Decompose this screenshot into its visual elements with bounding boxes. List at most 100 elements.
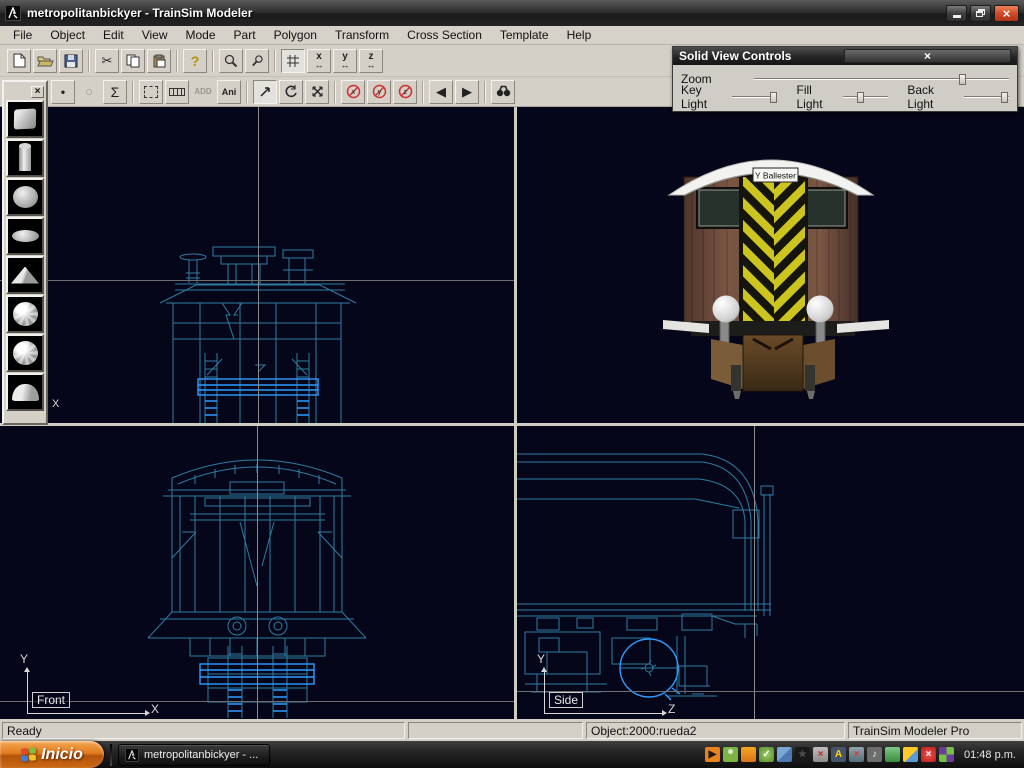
menu-item[interactable]: Edit: [94, 26, 133, 44]
menu-item[interactable]: Polygon: [265, 26, 326, 44]
pyramid-shape-button[interactable]: [6, 256, 44, 294]
point-mode-button[interactable]: •: [51, 80, 75, 104]
menu-item[interactable]: Help: [558, 26, 601, 44]
axis-z-button[interactable]: z↔: [359, 49, 383, 73]
rotate-tool-button[interactable]: [279, 80, 303, 104]
lock-z-button[interactable]: z: [393, 80, 417, 104]
viewport-grid: X: [0, 107, 1024, 719]
menu-item[interactable]: Part: [225, 26, 265, 44]
scale-tool-button[interactable]: [305, 80, 329, 104]
previous-icon: ◀: [436, 85, 446, 98]
tray-icon-black-star[interactable]: ★: [795, 747, 810, 762]
help-button[interactable]: ?: [183, 49, 207, 73]
measure-button[interactable]: [165, 80, 189, 104]
find-button[interactable]: [491, 80, 515, 104]
menu-item[interactable]: Template: [491, 26, 558, 44]
axis-y-button[interactable]: y↔: [333, 49, 357, 73]
tray-icon-antivirus-check[interactable]: ✓: [759, 747, 774, 762]
palette-close-button[interactable]: ×: [31, 86, 44, 98]
viewport-side[interactable]: Y Z Side: [517, 426, 1024, 719]
back-light-slider[interactable]: [964, 91, 1009, 103]
save-button[interactable]: [59, 49, 83, 73]
zoom-in-button[interactable]: [219, 49, 243, 73]
slider-thumb[interactable]: [1001, 92, 1008, 103]
key-light-slider[interactable]: [732, 91, 777, 103]
tray-icon-security-shield[interactable]: ×: [921, 747, 936, 762]
tray-icon-network-computers[interactable]: [777, 747, 792, 762]
open-button[interactable]: [33, 49, 57, 73]
viewport-top[interactable]: X: [0, 107, 514, 423]
slider-thumb[interactable]: [959, 74, 966, 85]
tray-icon-display-error[interactable]: ×: [849, 747, 864, 762]
tray-icon-network-warning[interactable]: A: [831, 747, 846, 762]
tray-icon-media-player[interactable]: ▶: [705, 747, 720, 762]
crosshair-vertical: [257, 426, 258, 719]
menu-item[interactable]: Object: [41, 26, 94, 44]
new-button[interactable]: [7, 49, 31, 73]
menu-item[interactable]: Transform: [326, 26, 398, 44]
sigma-button[interactable]: Σ: [103, 80, 127, 104]
solid-view-controls-titlebar[interactable]: Solid View Controls ×: [673, 47, 1017, 65]
slider-thumb[interactable]: [770, 92, 777, 103]
tray-icon-messenger-status[interactable]: [723, 747, 738, 762]
viewport-front[interactable]: Y X Front: [0, 426, 514, 719]
panel-close-button[interactable]: ×: [844, 49, 1011, 63]
magnifier-minus-icon: [251, 54, 264, 67]
tray-icon-shared-folder[interactable]: [903, 747, 918, 762]
cut-button[interactable]: ✂: [95, 49, 119, 73]
zoom-out-button[interactable]: [245, 49, 269, 73]
minimize-button[interactable]: [946, 5, 967, 22]
viewport-solid-3d[interactable]: Y Ballester: [517, 107, 1024, 423]
window-titlebar[interactable]: metropolitanbickyer - TrainSim Modeler ×: [0, 0, 1024, 26]
circle-mode-button[interactable]: ○: [77, 80, 101, 104]
tray-icon-quad-launcher[interactable]: [939, 747, 954, 762]
task-label: metropolitanbickyer - ...: [144, 749, 258, 761]
taskbar-clock[interactable]: 01:48 p.m.: [964, 749, 1016, 761]
close-button[interactable]: ×: [994, 5, 1019, 22]
next-button[interactable]: ▶: [455, 80, 479, 104]
menu-item[interactable]: View: [133, 26, 177, 44]
marquee-icon: [144, 86, 158, 98]
menu-item[interactable]: File: [4, 26, 41, 44]
solid-view-controls-panel: Solid View Controls × Zoom Key Light Fil…: [672, 46, 1018, 112]
lock-z-icon: z: [398, 84, 413, 99]
tray-icon-usb-drive[interactable]: [885, 747, 900, 762]
menu-item[interactable]: Cross Section: [398, 26, 491, 44]
start-button[interactable]: Inicio: [0, 741, 104, 768]
tray-icon-usb-error[interactable]: ×: [813, 747, 828, 762]
desktop: metropolitanbickyer - TrainSim Modeler ×…: [0, 0, 1024, 768]
previous-button[interactable]: ◀: [429, 80, 453, 104]
animation-button[interactable]: Ani: [217, 80, 241, 104]
menu-item[interactable]: Mode: [177, 26, 225, 44]
box-shape-button[interactable]: [6, 100, 44, 138]
palette-header[interactable]: ×: [6, 84, 44, 99]
fill-light-slider[interactable]: [843, 91, 888, 103]
lock-x-button[interactable]: x: [341, 80, 365, 104]
taskbar-task-button[interactable]: metropolitanbickyer - ...: [118, 744, 270, 766]
geosphere-2-shape-button[interactable]: [6, 334, 44, 372]
lock-x-icon: x: [346, 84, 361, 99]
add-button[interactable]: ADD: [191, 80, 215, 104]
restore-button[interactable]: [970, 5, 991, 22]
tray-icon-orange-app[interactable]: [741, 747, 756, 762]
taskbar: Inicio metropolitanbickyer - ... ▶✓★×A×♪…: [0, 741, 1024, 768]
cylinder-shape-button[interactable]: [6, 139, 44, 177]
sphere-shape-button[interactable]: [6, 178, 44, 216]
copy-button[interactable]: [121, 49, 145, 73]
axis-widget: Y X Front: [0, 426, 170, 719]
zoom-slider[interactable]: [754, 73, 1009, 85]
svg-text:x: x: [351, 89, 355, 96]
lock-y-button[interactable]: y: [367, 80, 391, 104]
paste-button[interactable]: [147, 49, 171, 73]
cone-shape-button[interactable]: [6, 373, 44, 411]
select-marquee-button[interactable]: [139, 80, 163, 104]
slider-thumb[interactable]: [857, 92, 864, 103]
geosphere-shape-button[interactable]: [6, 295, 44, 333]
capsule-shape-button[interactable]: [6, 217, 44, 255]
axis-x-button[interactable]: x↔: [307, 49, 331, 73]
move-tool-button[interactable]: [253, 80, 277, 104]
tray-icon-volume[interactable]: ♪: [867, 747, 882, 762]
new-file-icon: [13, 53, 26, 68]
grid-toggle-button[interactable]: [281, 49, 305, 73]
window-title: metropolitanbickyer - TrainSim Modeler: [27, 6, 946, 20]
